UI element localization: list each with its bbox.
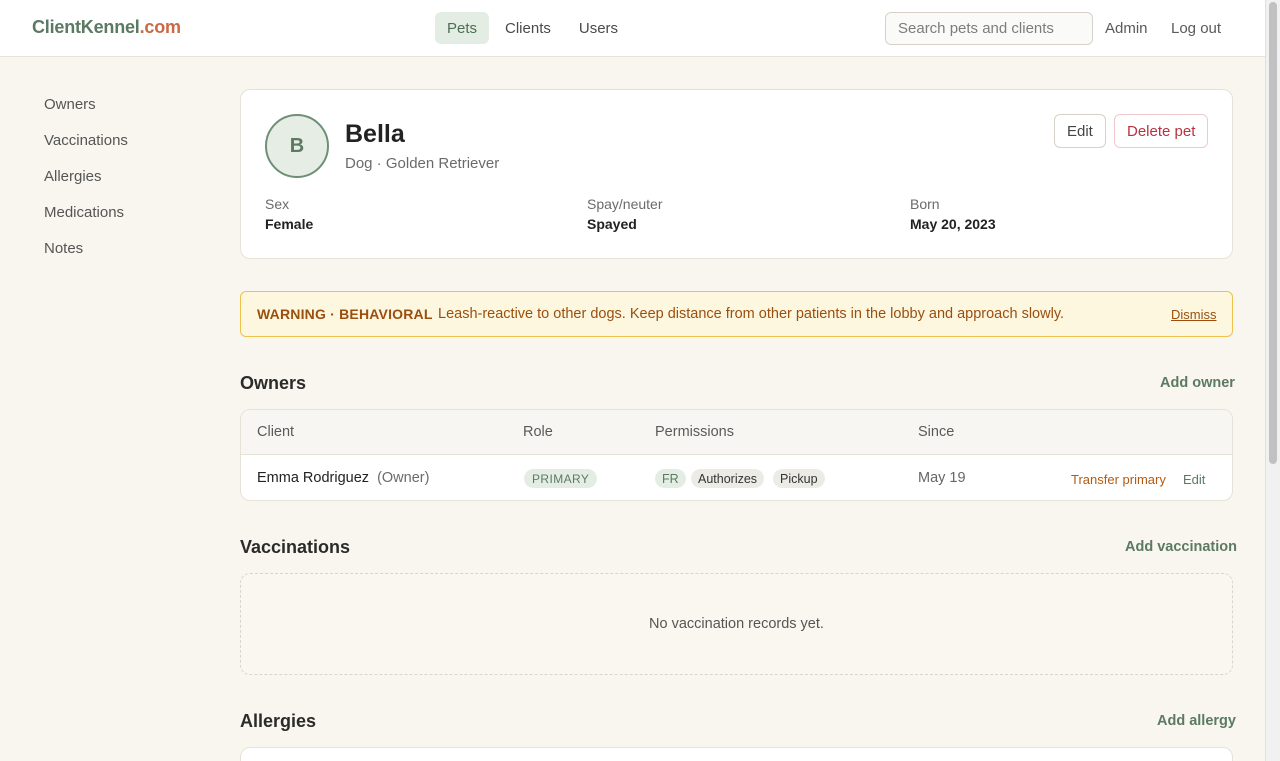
permission-authorizes-pill: Authorizes: [691, 469, 765, 488]
fact-label: Spay/neuter: [587, 196, 663, 212]
allergies-card: [240, 747, 1233, 761]
edit-pet-button[interactable]: Edit: [1054, 114, 1106, 148]
main-nav: Pets Clients Users: [435, 12, 630, 44]
brand-tld: .com: [139, 17, 181, 37]
search-input[interactable]: [885, 12, 1093, 45]
delete-pet-button[interactable]: Delete pet: [1114, 114, 1209, 148]
permission-fr-pill: FR: [655, 469, 686, 488]
permission-pickup-pill: Pickup: [773, 469, 825, 488]
sidebar-item-vaccinations[interactable]: Vaccinations: [44, 132, 128, 168]
owners-section-title: Owners: [240, 373, 307, 393]
admin-link[interactable]: Admin: [1105, 20, 1148, 37]
fact-sex: Sex Female: [265, 196, 313, 232]
column-header-permissions: Permissions: [655, 424, 734, 440]
top-navigation-bar: ClientKennel.com Pets Clients Users Admi…: [0, 0, 1265, 57]
pet-avatar: B: [265, 114, 329, 178]
sidebar-item-medications[interactable]: Medications: [44, 204, 128, 240]
primary-badge: PRIMARY: [524, 469, 598, 488]
column-header-client: Client: [257, 424, 295, 440]
empty-state-text: No vaccination records yet.: [649, 616, 824, 632]
owner-since: May 19: [918, 470, 966, 486]
logout-link[interactable]: Log out: [1171, 20, 1221, 37]
owner-client-cell: Emma Rodriguez (Owner): [257, 470, 429, 486]
brand-logo[interactable]: ClientKennel.com: [32, 17, 181, 38]
fact-born: Born May 20, 2023: [910, 196, 996, 232]
owners-table: Client Role Permissions Since Emma Rodri…: [240, 409, 1233, 501]
owner-name[interactable]: Emma Rodriguez: [257, 470, 369, 486]
page-scrollbar[interactable]: [1265, 0, 1280, 761]
behavioral-warning-banner: WARNING · BEHAVIORAL Leash-reactive to o…: [240, 291, 1233, 337]
pet-species-breed: Dog · Golden Retriever: [345, 155, 500, 172]
dismiss-warning-link[interactable]: Dismiss: [1171, 307, 1217, 322]
fact-value: May 20, 2023: [910, 216, 996, 232]
section-sidebar: Owners Vaccinations Allergies Medication…: [44, 96, 128, 276]
table-header: Client Role Permissions Since: [241, 410, 1232, 455]
scrollbar-thumb[interactable]: [1269, 2, 1277, 464]
column-header-role: Role: [523, 424, 553, 440]
owner-role-note: (Owner): [377, 470, 430, 486]
pet-name: Bella: [345, 120, 405, 148]
fact-label: Born: [910, 196, 940, 212]
warning-text: Leash-reactive to other dogs. Keep dista…: [438, 306, 1065, 322]
add-vaccination-link[interactable]: Add vaccination: [1125, 539, 1237, 555]
column-header-since: Since: [918, 424, 955, 440]
add-owner-link[interactable]: Add owner: [1160, 375, 1235, 391]
transfer-primary-link[interactable]: Transfer primary: [1071, 472, 1166, 487]
sidebar-item-allergies[interactable]: Allergies: [44, 168, 128, 204]
pet-summary-card: B Bella Dog · Golden Retriever Edit Dele…: [240, 89, 1233, 259]
nav-clients[interactable]: Clients: [493, 12, 563, 44]
nav-pets[interactable]: Pets: [435, 12, 490, 44]
sidebar-item-notes[interactable]: Notes: [44, 240, 128, 276]
allergies-section-title: Allergies: [240, 711, 317, 731]
sidebar-item-owners[interactable]: Owners: [44, 96, 128, 132]
vaccinations-section-title: Vaccinations: [240, 537, 351, 557]
fact-value: Female: [265, 216, 314, 232]
vaccinations-empty-state: No vaccination records yet.: [240, 573, 1233, 675]
nav-users[interactable]: Users: [567, 12, 630, 44]
add-allergy-link[interactable]: Add allergy: [1157, 713, 1236, 729]
fact-value: Spayed: [587, 216, 637, 232]
warning-tag: WARNING · BEHAVIORAL: [257, 306, 433, 322]
fact-label: Sex: [265, 196, 290, 212]
fact-spay-neuter: Spay/neuter Spayed: [587, 196, 663, 232]
edit-owner-link[interactable]: Edit: [1183, 472, 1205, 487]
brand-name: ClientKennel: [32, 17, 140, 37]
